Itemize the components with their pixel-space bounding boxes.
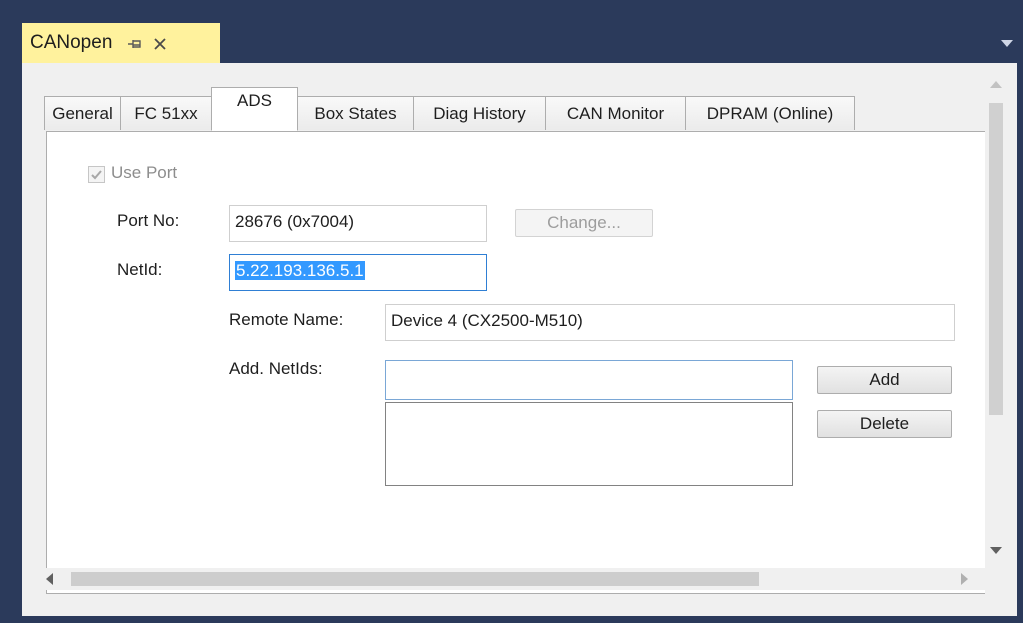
tab-fc-51xx[interactable]: FC 51xx [120, 96, 212, 130]
scroll-down-arrow-icon[interactable] [990, 547, 1002, 555]
tab-general[interactable]: General [44, 96, 121, 130]
change-button[interactable]: Change... [515, 209, 653, 237]
use-port-label: Use Port [111, 163, 178, 182]
netid-selected-text: 5.22.193.136.5.1 [235, 261, 365, 280]
remote-name-label: Remote Name: [229, 310, 344, 329]
scroll-up-arrow-icon[interactable] [990, 80, 1002, 88]
port-no-label: Port No: [117, 211, 180, 230]
close-icon[interactable] [152, 36, 168, 52]
scroll-right-arrow-icon[interactable] [961, 573, 969, 585]
window-title: CANopen [30, 32, 113, 53]
tab-box-states[interactable]: Box States [297, 96, 414, 130]
pin-icon[interactable] [126, 35, 144, 53]
document-tab-canopen[interactable]: CANopen [22, 23, 220, 63]
horizontal-scroll-thumb[interactable] [71, 572, 759, 586]
tab-diag-history[interactable]: Diag History [413, 96, 546, 130]
add-netids-input[interactable] [385, 360, 793, 400]
window-frame: CANopen General FC 51xx ADS Box States D… [0, 0, 1023, 623]
delete-button[interactable]: Delete [817, 410, 952, 438]
scroll-left-arrow-icon[interactable] [45, 573, 53, 585]
tab-dpram-online[interactable]: DPRAM (Online) [685, 96, 855, 130]
add-netids-list[interactable] [385, 402, 793, 486]
horizontal-scrollbar[interactable] [35, 568, 985, 590]
tab-can-monitor[interactable]: CAN Monitor [545, 96, 686, 130]
port-no-field[interactable]: 28676 (0x7004) [229, 205, 487, 242]
netid-label: NetId: [117, 260, 163, 279]
add-button[interactable]: Add [817, 366, 952, 394]
use-port-checkbox[interactable] [88, 166, 105, 183]
netid-field[interactable]: 5.22.193.136.5.1 [229, 254, 487, 291]
chevron-down-icon[interactable] [1001, 40, 1013, 48]
tab-ads[interactable]: ADS [211, 87, 298, 131]
window-body: General FC 51xx ADS Box States Diag Hist… [22, 63, 1017, 616]
remote-name-field[interactable]: Device 4 (CX2500-M510) [385, 304, 955, 341]
checkmark-icon [91, 170, 102, 180]
tab-control: General FC 51xx ADS Box States Diag Hist… [35, 76, 995, 611]
vertical-scrollbar[interactable] [985, 76, 1007, 611]
add-netids-label: Add. NetIds: [229, 359, 323, 378]
vertical-scroll-thumb[interactable] [989, 103, 1003, 415]
